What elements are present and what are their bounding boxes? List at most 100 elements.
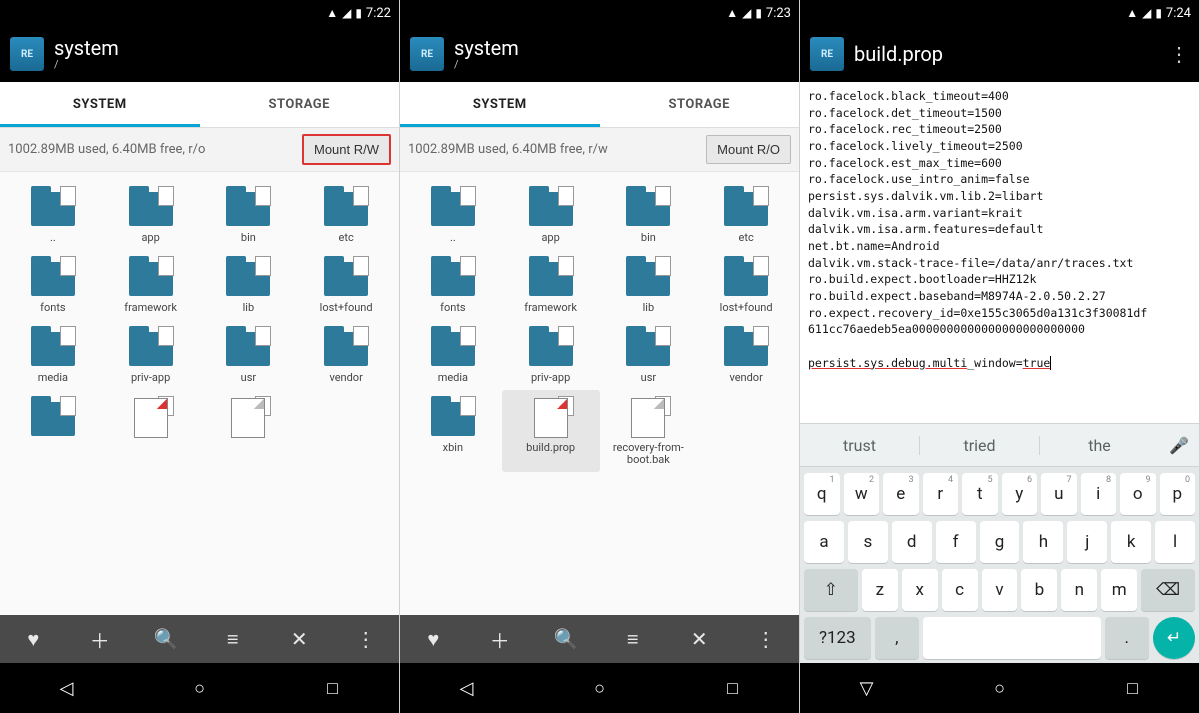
- suggestion[interactable]: trust: [800, 436, 919, 455]
- text-editor[interactable]: ro.facelock.black_timeout=400 ro.faceloc…: [800, 82, 1199, 423]
- key-⇧[interactable]: ⇧: [804, 569, 858, 611]
- close-icon[interactable]: ✕: [679, 627, 719, 651]
- folder-item[interactable]: vendor: [697, 320, 795, 390]
- tab-storage[interactable]: STORAGE: [200, 82, 400, 127]
- mic-icon[interactable]: 🎤: [1159, 436, 1199, 455]
- key-h[interactable]: h: [1023, 521, 1063, 563]
- mount-button[interactable]: Mount R/W: [302, 134, 391, 165]
- folder-item[interactable]: priv-app: [102, 320, 200, 390]
- tab-system[interactable]: SYSTEM: [0, 82, 200, 127]
- fav-icon[interactable]: ♥: [13, 627, 53, 652]
- mount-button[interactable]: Mount R/O: [706, 135, 791, 164]
- close-icon[interactable]: ✕: [279, 627, 319, 651]
- folder-item[interactable]: usr: [200, 320, 298, 390]
- folder-item[interactable]: lib: [200, 250, 298, 320]
- nav-back-icon[interactable]: ▽: [847, 678, 887, 699]
- item-label: media: [38, 372, 68, 384]
- folder-item[interactable]: [4, 390, 102, 448]
- key-l[interactable]: l: [1155, 521, 1195, 563]
- key-.[interactable]: .: [1105, 617, 1149, 659]
- more-icon[interactable]: ⋮: [346, 627, 386, 651]
- folder-item[interactable]: lost+found: [697, 250, 795, 320]
- key-v[interactable]: v: [982, 569, 1018, 611]
- file-item[interactable]: build.prop: [502, 390, 600, 472]
- folder-item[interactable]: lost+found: [297, 250, 395, 320]
- tab-system[interactable]: SYSTEM: [400, 82, 600, 127]
- tab-storage[interactable]: STORAGE: [600, 82, 800, 127]
- folder-item[interactable]: media: [404, 320, 502, 390]
- key-z[interactable]: z: [862, 569, 898, 611]
- folder-item[interactable]: fonts: [4, 250, 102, 320]
- suggestion[interactable]: the: [1039, 436, 1159, 455]
- storage-text: 1002.89MB used, 6.40MB free, r/w: [408, 142, 706, 157]
- nav-recents-icon[interactable]: □: [1113, 678, 1153, 699]
- key-f[interactable]: f: [936, 521, 976, 563]
- key-u[interactable]: u7: [1041, 473, 1077, 515]
- key-?123[interactable]: ?123: [804, 617, 871, 659]
- nav-back-icon[interactable]: ◁: [47, 678, 87, 699]
- search-icon[interactable]: 🔍: [146, 627, 186, 651]
- key-⌫[interactable]: ⌫: [1141, 569, 1195, 611]
- folder-item[interactable]: ..: [404, 180, 502, 250]
- key-g[interactable]: g: [980, 521, 1020, 563]
- folder-item[interactable]: media: [4, 320, 102, 390]
- key-q[interactable]: q1: [804, 473, 840, 515]
- key-m[interactable]: m: [1101, 569, 1137, 611]
- folder-item[interactable]: lib: [600, 250, 698, 320]
- key-b[interactable]: b: [1021, 569, 1057, 611]
- folder-item[interactable]: priv-app: [502, 320, 600, 390]
- folder-item[interactable]: vendor: [297, 320, 395, 390]
- key-x[interactable]: x: [902, 569, 938, 611]
- key-y[interactable]: y6: [1002, 473, 1038, 515]
- folder-item[interactable]: bin: [200, 180, 298, 250]
- folder-item[interactable]: framework: [102, 250, 200, 320]
- folder-item[interactable]: xbin: [404, 390, 502, 472]
- folder-item[interactable]: app: [102, 180, 200, 250]
- nav-back-icon[interactable]: ◁: [447, 678, 487, 699]
- key-r[interactable]: r4: [923, 473, 959, 515]
- key-w[interactable]: w2: [844, 473, 880, 515]
- key-d[interactable]: d: [892, 521, 932, 563]
- nav-home-icon[interactable]: ○: [580, 678, 620, 699]
- folder-item[interactable]: usr: [600, 320, 698, 390]
- add-icon[interactable]: ＋: [80, 625, 120, 654]
- nav-home-icon[interactable]: ○: [180, 678, 220, 699]
- folder-item[interactable]: bin: [600, 180, 698, 250]
- key-↵[interactable]: ↵: [1153, 617, 1195, 659]
- key-p[interactable]: p0: [1160, 473, 1196, 515]
- fav-icon[interactable]: ♥: [413, 627, 453, 652]
- nav-recents-icon[interactable]: □: [713, 678, 753, 699]
- folder-item[interactable]: app: [502, 180, 600, 250]
- folder-item[interactable]: fonts: [404, 250, 502, 320]
- status-bar: ▲ ◢ ▮ 7:24: [800, 0, 1199, 26]
- folder-item[interactable]: ..: [4, 180, 102, 250]
- key-k[interactable]: k: [1111, 521, 1151, 563]
- key-c[interactable]: c: [942, 569, 978, 611]
- key-j[interactable]: j: [1067, 521, 1107, 563]
- add-icon[interactable]: ＋: [480, 625, 520, 654]
- sort-icon[interactable]: ≡: [213, 627, 253, 652]
- file-item[interactable]: [200, 390, 298, 448]
- key-e[interactable]: e3: [883, 473, 919, 515]
- more-icon[interactable]: ⋮: [746, 627, 786, 651]
- key-a[interactable]: a: [804, 521, 844, 563]
- folder-item[interactable]: etc: [697, 180, 795, 250]
- key-o[interactable]: o9: [1120, 473, 1156, 515]
- more-icon[interactable]: ⋮: [1169, 42, 1189, 66]
- key-t[interactable]: t5: [962, 473, 998, 515]
- nav-home-icon[interactable]: ○: [980, 678, 1020, 699]
- nav-recents-icon[interactable]: □: [313, 678, 353, 699]
- key-,[interactable]: ,: [875, 617, 919, 659]
- key-i[interactable]: i8: [1081, 473, 1117, 515]
- key-n[interactable]: n: [1061, 569, 1097, 611]
- key-space[interactable]: [923, 617, 1101, 659]
- folder-item[interactable]: etc: [297, 180, 395, 250]
- search-icon[interactable]: 🔍: [546, 627, 586, 651]
- folder-item[interactable]: framework: [502, 250, 600, 320]
- clock: 7:24: [1166, 6, 1191, 21]
- suggestion[interactable]: tried: [919, 436, 1039, 455]
- sort-icon[interactable]: ≡: [613, 627, 653, 652]
- file-item[interactable]: [102, 390, 200, 448]
- key-s[interactable]: s: [848, 521, 888, 563]
- file-item[interactable]: recovery-from-boot.bak: [600, 390, 698, 472]
